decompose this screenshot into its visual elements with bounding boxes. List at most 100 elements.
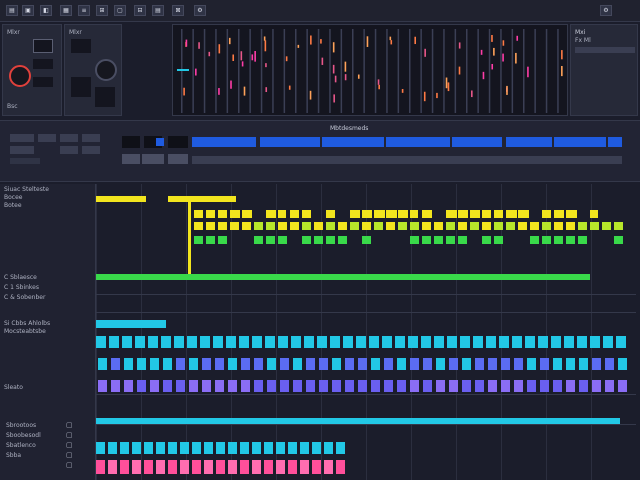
arrangement-area[interactable] — [96, 184, 636, 480]
clip-yellow-green[interactable] — [422, 222, 431, 230]
clip-cyan[interactable] — [336, 442, 345, 454]
clip-violet[interactable] — [319, 358, 328, 370]
settings-button[interactable]: ⚙ — [600, 5, 612, 16]
clip-violet[interactable] — [397, 380, 406, 392]
clip-violet[interactable] — [345, 380, 354, 392]
checkbox-icon[interactable]: ▢ — [66, 442, 73, 449]
clip-yellow-green[interactable] — [434, 222, 443, 230]
clip-cyan[interactable] — [577, 336, 587, 348]
clip-yellow[interactable] — [374, 210, 385, 218]
clip-cyan[interactable] — [96, 320, 166, 328]
clip-yellow-green[interactable] — [278, 222, 287, 230]
clip-violet[interactable] — [592, 380, 601, 392]
clip-cyan[interactable] — [252, 336, 262, 348]
clip-pink[interactable] — [216, 460, 225, 474]
clip-cyan[interactable] — [226, 336, 236, 348]
clip-green[interactable] — [530, 236, 539, 244]
clip-violet[interactable] — [501, 358, 510, 370]
clip-cyan[interactable] — [200, 336, 210, 348]
clip-violet[interactable] — [189, 358, 198, 370]
clip-yellow-green[interactable] — [374, 222, 383, 230]
clip-yellow[interactable] — [206, 210, 215, 218]
clip-cyan[interactable] — [460, 336, 470, 348]
clip-cyan[interactable] — [108, 442, 117, 454]
clip-violet[interactable] — [332, 380, 341, 392]
timeline-ruler[interactable] — [122, 134, 622, 168]
clip-green[interactable] — [614, 236, 623, 244]
checkbox-icon[interactable]: ▢ — [66, 462, 73, 469]
clip-yellow[interactable] — [470, 210, 481, 218]
clip-cyan[interactable] — [216, 442, 225, 454]
clip-violet[interactable] — [137, 358, 146, 370]
inspector-field[interactable] — [575, 47, 635, 53]
clip-yellow-green[interactable] — [194, 222, 203, 230]
clip-pink[interactable] — [132, 460, 141, 474]
clip-cyan[interactable] — [132, 442, 141, 454]
clip-green[interactable] — [302, 236, 311, 244]
clip-yellow-green[interactable] — [494, 222, 503, 230]
toolbar-button[interactable]: ◧ — [40, 5, 52, 16]
clip-cyan[interactable] — [265, 336, 275, 348]
clip-green[interactable] — [194, 236, 203, 244]
clip-yellow-green[interactable] — [314, 222, 323, 230]
clip-yellow-green[interactable] — [530, 222, 539, 230]
clip-cyan[interactable] — [168, 442, 177, 454]
clip-yellow[interactable] — [290, 210, 299, 218]
clip-green[interactable] — [326, 236, 335, 244]
clip-pink[interactable] — [144, 460, 153, 474]
clip-pink[interactable] — [336, 460, 345, 474]
toolbar-button[interactable]: ▢ — [114, 5, 126, 16]
clip-violet[interactable] — [449, 358, 458, 370]
clip-violet[interactable] — [176, 380, 185, 392]
toolbar-button[interactable]: ⊠ — [172, 5, 184, 16]
clip-yellow-green[interactable] — [566, 222, 575, 230]
clip-violet[interactable] — [306, 358, 315, 370]
clip-violet[interactable] — [618, 358, 627, 370]
clip-violet[interactable] — [215, 380, 224, 392]
ctrl-b[interactable] — [38, 134, 56, 142]
fx-slot[interactable] — [71, 39, 91, 53]
clip-violet[interactable] — [137, 380, 146, 392]
checkbox-icon[interactable]: ▢ — [66, 422, 73, 429]
clip-violet[interactable] — [618, 380, 627, 392]
clip-green-long[interactable] — [96, 274, 590, 280]
clip-violet[interactable] — [514, 380, 523, 392]
clip-pink[interactable] — [108, 460, 117, 474]
clip-yellow[interactable] — [194, 210, 203, 218]
clip-violet[interactable] — [436, 358, 445, 370]
clip-cyan[interactable] — [512, 336, 522, 348]
toolbar-button[interactable]: ▦ — [60, 5, 72, 16]
clip-green[interactable] — [554, 236, 563, 244]
toolbar-button[interactable]: ⊞ — [96, 5, 108, 16]
toolbar-button[interactable]: ▤ — [6, 5, 18, 16]
clip-violet[interactable] — [254, 358, 263, 370]
clip-green[interactable] — [494, 236, 503, 244]
ctrl-h[interactable] — [10, 158, 40, 164]
clip-violet[interactable] — [566, 358, 575, 370]
clip-yellow-green[interactable] — [362, 222, 371, 230]
clip-violet[interactable] — [371, 380, 380, 392]
timeline-segment[interactable] — [452, 137, 502, 147]
clip-yellow[interactable] — [518, 210, 529, 218]
clip-cyan[interactable] — [240, 442, 249, 454]
clip-green[interactable] — [410, 236, 419, 244]
playhead-marker[interactable] — [188, 196, 191, 274]
clip-cyan[interactable] — [180, 442, 189, 454]
toolbar-button[interactable]: ≡ — [78, 5, 90, 16]
clip-green[interactable] — [542, 236, 551, 244]
volume-knob[interactable] — [9, 65, 31, 87]
clip-cyan[interactable] — [408, 336, 418, 348]
clip-violet[interactable] — [514, 358, 523, 370]
clip-cyan[interactable] — [499, 336, 509, 348]
clip-violet[interactable] — [189, 380, 198, 392]
clip-violet[interactable] — [605, 380, 614, 392]
timeline-segment[interactable] — [192, 137, 256, 147]
clip-yellow[interactable] — [482, 210, 491, 218]
clip-violet[interactable] — [527, 358, 536, 370]
clip-violet[interactable] — [462, 358, 471, 370]
clip-violet[interactable] — [371, 358, 380, 370]
clip-violet[interactable] — [436, 380, 445, 392]
clip-green[interactable] — [482, 236, 491, 244]
checkbox-icon[interactable]: ▢ — [66, 452, 73, 459]
clip-yellow[interactable] — [302, 210, 311, 218]
